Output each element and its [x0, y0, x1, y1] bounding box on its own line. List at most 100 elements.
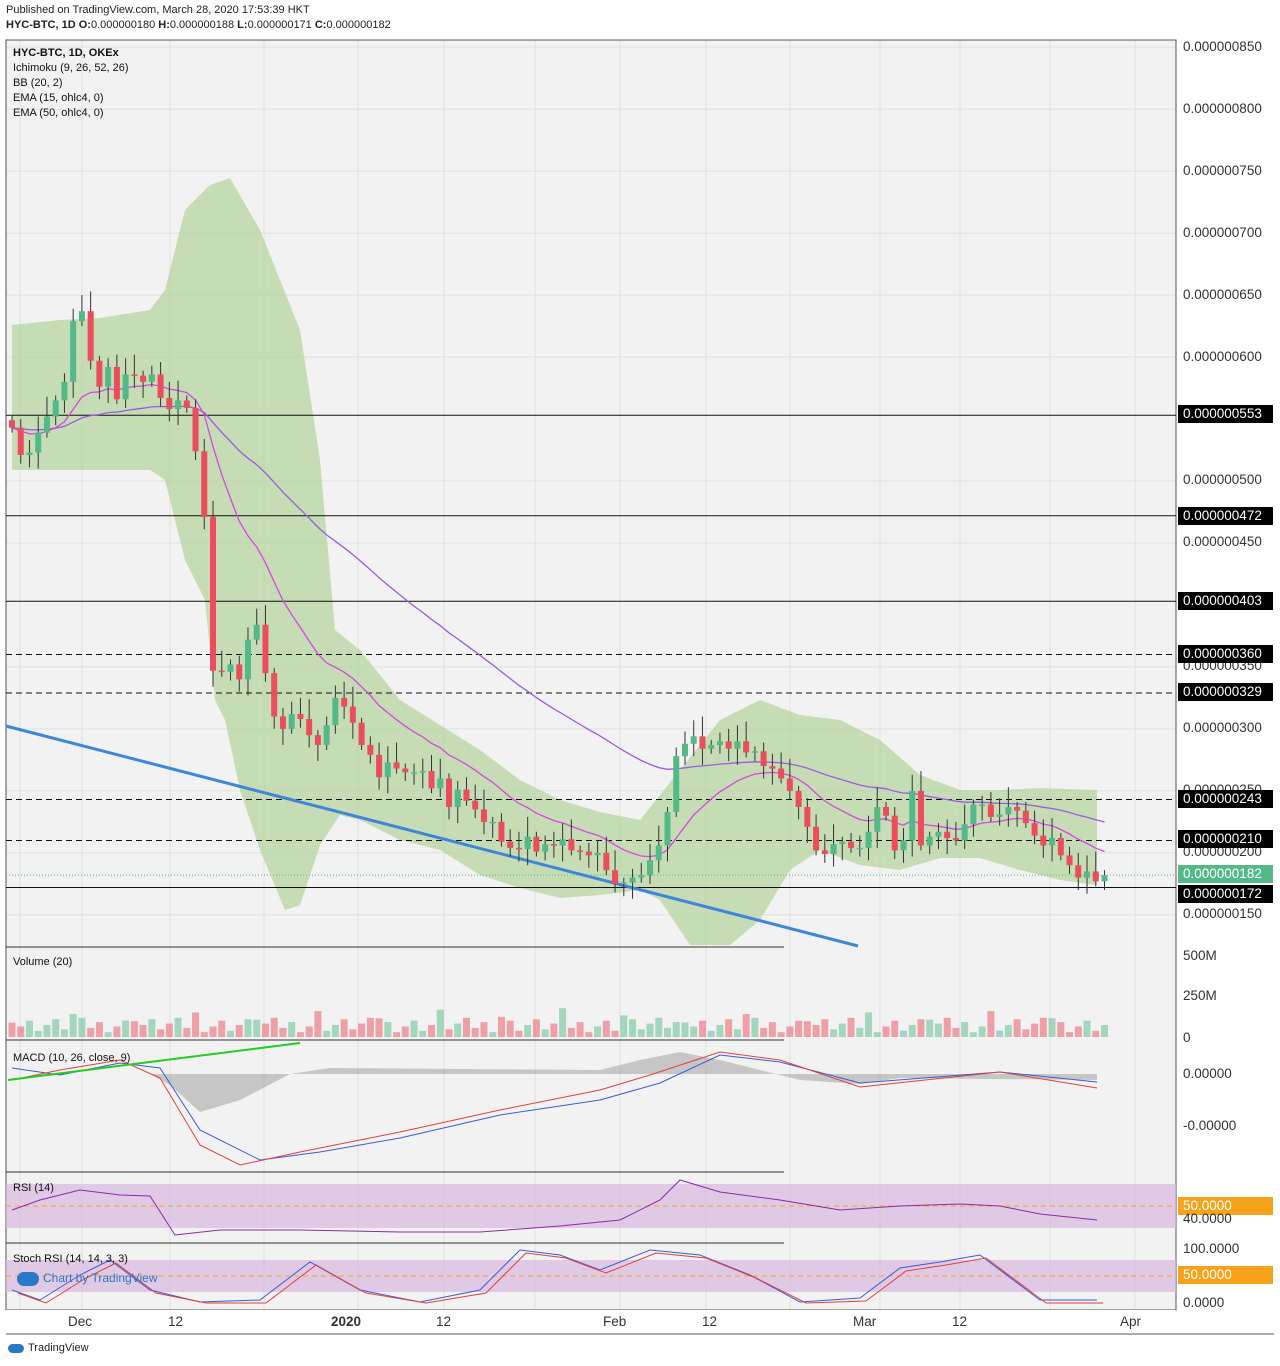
volume-bar — [410, 1020, 418, 1037]
candle-body — [323, 725, 330, 746]
volume-bar — [567, 1027, 575, 1037]
candle-body — [463, 789, 470, 801]
volume-bar — [943, 1017, 951, 1037]
volume-bar — [270, 1017, 278, 1037]
volume-title[interactable]: Volume (20) — [13, 955, 72, 970]
candle-body — [113, 366, 120, 400]
watermark[interactable]: Chart by TradingView — [17, 1271, 158, 1286]
volume-bar — [87, 1027, 95, 1037]
candle-body — [314, 735, 321, 746]
candle-body — [498, 821, 505, 842]
candle-body — [87, 311, 94, 361]
volume-bar — [104, 1032, 112, 1037]
volume-bar — [148, 1019, 156, 1037]
volume-bar — [1031, 1023, 1039, 1037]
volume-bar — [611, 1030, 619, 1037]
stoch-50-flag: 50.0000 — [1178, 1266, 1273, 1284]
candle-body — [140, 375, 147, 382]
candle-body — [367, 745, 374, 755]
candle-body — [926, 836, 933, 846]
candle-body — [428, 771, 435, 789]
volume-bar — [594, 1026, 602, 1037]
candle-body — [35, 432, 42, 453]
x-tick: 12 — [436, 1314, 452, 1329]
volume-bar — [742, 1013, 750, 1037]
volume-bar — [961, 1022, 969, 1037]
rsi-title[interactable]: RSI (14) — [13, 1181, 54, 1196]
candle-body — [647, 860, 654, 876]
volume-bar — [803, 1021, 811, 1037]
candle-body — [795, 790, 802, 807]
x-tick: Apr — [1120, 1314, 1142, 1329]
volume-bar — [515, 1030, 523, 1037]
candle-body — [716, 741, 723, 746]
candle-body — [78, 311, 85, 322]
level-flag: 0.000000210 — [1178, 830, 1273, 848]
price-tick: 0.000000700 — [1183, 225, 1262, 240]
volume-bar — [305, 1026, 313, 1037]
chart-canvas — [5, 39, 1274, 1335]
candle-body — [638, 875, 645, 878]
volume-bar — [445, 1029, 453, 1037]
level-flag: 0.000000403 — [1178, 592, 1273, 610]
candle-body — [900, 840, 907, 851]
price-tick: 0.000000300 — [1183, 720, 1262, 735]
candle-body — [183, 400, 190, 408]
volume-bar — [795, 1020, 803, 1037]
candle-body — [1092, 871, 1099, 882]
price-tick: 0.000000600 — [1183, 349, 1262, 364]
volume-bar — [786, 1026, 794, 1037]
symbol: HYC-BTC, 1D — [6, 19, 76, 31]
candle-body — [332, 697, 339, 726]
candle-body — [297, 714, 304, 719]
volume-bar — [52, 1019, 60, 1037]
candle-body — [201, 451, 208, 517]
volume-bar — [95, 1022, 103, 1037]
legend-ema15[interactable]: EMA (15, ohlc4, 0) — [13, 91, 129, 106]
volume-bar — [34, 1030, 42, 1037]
legend-ichimoku[interactable]: Ichimoku (9, 26, 52, 26) — [13, 61, 129, 76]
candle-body — [70, 321, 77, 382]
candle-body — [393, 762, 400, 769]
volume-bar — [331, 1025, 339, 1037]
candle-body — [148, 374, 155, 382]
footer[interactable]: TradingView — [8, 1342, 89, 1354]
volume-bar — [882, 1026, 890, 1037]
candle-body — [26, 452, 33, 455]
ohlc-line: HYC-BTC, 1D O:0.000000180 H:0.000000188 … — [6, 19, 391, 31]
volume-bar — [698, 1020, 706, 1037]
volume-bar — [681, 1022, 689, 1037]
macd-title[interactable]: MACD (10, 26, close, 9) — [13, 1051, 130, 1066]
volume-bar — [366, 1017, 374, 1037]
volume-bar — [227, 1030, 234, 1037]
candle-body — [306, 718, 313, 736]
rsi-tick: 40.0000 — [1183, 1211, 1232, 1226]
candle-body — [43, 416, 50, 433]
volume-tick: 0 — [1183, 1030, 1191, 1045]
tradingview-logo-icon — [8, 1343, 24, 1353]
candle-body — [865, 831, 872, 848]
volume-bar — [637, 1029, 645, 1037]
candle-body — [507, 841, 514, 848]
candle-body — [568, 839, 575, 851]
volume-bar — [978, 1026, 986, 1037]
level-flag: 0.000000472 — [1178, 507, 1273, 525]
legend-ema50[interactable]: EMA (50, ohlc4, 0) — [13, 106, 129, 121]
volume-bar — [716, 1025, 724, 1037]
volume-bar — [130, 1021, 138, 1037]
candle-body — [515, 847, 522, 850]
candle-body — [131, 374, 138, 376]
volume-bar — [235, 1025, 243, 1037]
candle-body — [550, 844, 557, 846]
volume-bar — [209, 1026, 217, 1037]
level-flag: 0.000000360 — [1178, 645, 1273, 663]
stoch-rsi-title[interactable]: Stoch RSI (14, 14, 3, 3) — [13, 1252, 128, 1267]
candle-body — [402, 768, 409, 773]
candle-body — [533, 836, 540, 852]
legend-bb[interactable]: BB (20, 2) — [13, 76, 129, 91]
volume-bar — [253, 1019, 261, 1037]
candle-body — [358, 722, 365, 746]
candle-body — [236, 664, 243, 680]
candle-body — [655, 845, 662, 861]
candle-body — [743, 741, 750, 753]
